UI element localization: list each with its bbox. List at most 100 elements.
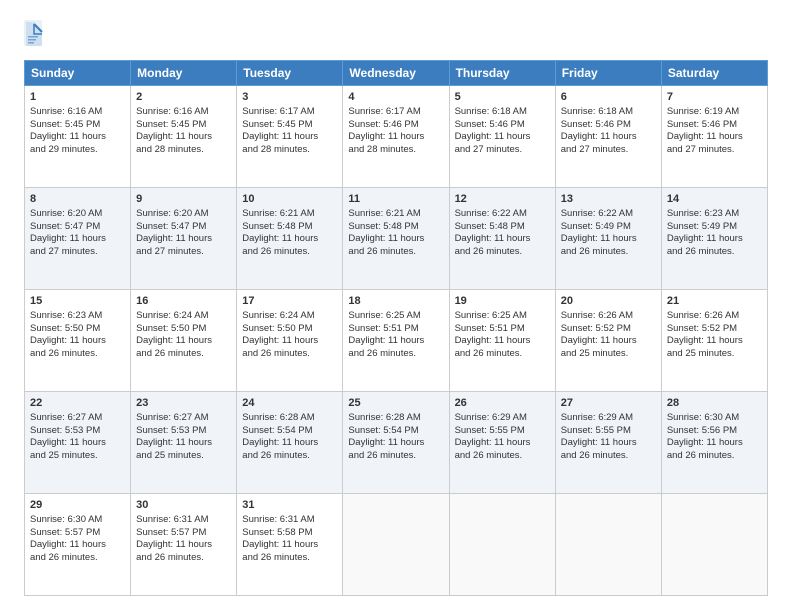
day-info-line: Sunrise: 6:18 AM [455, 106, 527, 117]
day-info-line: Sunset: 5:56 PM [667, 425, 737, 436]
day-info-line: Sunset: 5:46 PM [348, 119, 418, 130]
day-info-line: Sunrise: 6:16 AM [136, 106, 208, 117]
day-info-line: Sunrise: 6:25 AM [455, 310, 527, 321]
day-info-line: Sunset: 5:52 PM [561, 323, 631, 334]
day-info-line: Sunset: 5:49 PM [667, 221, 737, 232]
day-info-line: Sunset: 5:46 PM [561, 119, 631, 130]
day-number: 26 [455, 396, 550, 411]
day-info-line: Daylight: 11 hours [30, 539, 106, 550]
day-info-line: Sunrise: 6:28 AM [242, 412, 314, 423]
day-number: 23 [136, 396, 231, 411]
day-number: 15 [30, 294, 125, 309]
week-row-2: 8Sunrise: 6:20 AMSunset: 5:47 PMDaylight… [25, 188, 768, 290]
day-info-line: Daylight: 11 hours [561, 131, 637, 142]
calendar-cell: 31Sunrise: 6:31 AMSunset: 5:58 PMDayligh… [237, 494, 343, 596]
day-info-line: and 27 minutes. [667, 144, 735, 155]
day-info-line: and 28 minutes. [136, 144, 204, 155]
week-row-5: 29Sunrise: 6:30 AMSunset: 5:57 PMDayligh… [25, 494, 768, 596]
day-info-line: and 26 minutes. [30, 348, 98, 359]
day-info-line: Daylight: 11 hours [242, 233, 318, 244]
day-info-line: Sunset: 5:48 PM [242, 221, 312, 232]
calendar-page: SundayMondayTuesdayWednesdayThursdayFrid… [0, 0, 792, 612]
day-number: 2 [136, 90, 231, 105]
calendar-cell: 9Sunrise: 6:20 AMSunset: 5:47 PMDaylight… [131, 188, 237, 290]
day-info-line: and 26 minutes. [348, 246, 416, 257]
day-info-line: Daylight: 11 hours [455, 437, 531, 448]
calendar-cell: 12Sunrise: 6:22 AMSunset: 5:48 PMDayligh… [449, 188, 555, 290]
day-info-line: Sunset: 5:51 PM [455, 323, 525, 334]
day-info-line: Sunset: 5:57 PM [136, 527, 206, 538]
calendar-cell: 13Sunrise: 6:22 AMSunset: 5:49 PMDayligh… [555, 188, 661, 290]
day-info-line: Sunset: 5:55 PM [561, 425, 631, 436]
day-info-line: and 29 minutes. [30, 144, 98, 155]
calendar-cell: 20Sunrise: 6:26 AMSunset: 5:52 PMDayligh… [555, 290, 661, 392]
day-info-line: and 26 minutes. [136, 552, 204, 563]
day-info-line: and 25 minutes. [136, 450, 204, 461]
day-info-line: Daylight: 11 hours [30, 437, 106, 448]
weekday-header-thursday: Thursday [449, 61, 555, 86]
day-info-line: Daylight: 11 hours [136, 539, 212, 550]
day-info-line: Sunset: 5:50 PM [242, 323, 312, 334]
day-info-line: Sunset: 5:53 PM [30, 425, 100, 436]
day-info-line: Sunset: 5:53 PM [136, 425, 206, 436]
day-info-line: Sunrise: 6:26 AM [561, 310, 633, 321]
weekday-header-row: SundayMondayTuesdayWednesdayThursdayFrid… [25, 61, 768, 86]
day-info-line: Sunset: 5:45 PM [30, 119, 100, 130]
calendar-cell: 16Sunrise: 6:24 AMSunset: 5:50 PMDayligh… [131, 290, 237, 392]
weekday-header-wednesday: Wednesday [343, 61, 449, 86]
weekday-header-friday: Friday [555, 61, 661, 86]
day-info-line: Daylight: 11 hours [242, 539, 318, 550]
day-info-line: Sunrise: 6:23 AM [667, 208, 739, 219]
day-info-line: Daylight: 11 hours [667, 437, 743, 448]
day-info-line: Sunset: 5:45 PM [136, 119, 206, 130]
calendar-cell: 18Sunrise: 6:25 AMSunset: 5:51 PMDayligh… [343, 290, 449, 392]
day-info-line: Sunset: 5:48 PM [455, 221, 525, 232]
day-number: 20 [561, 294, 656, 309]
day-info-line: Daylight: 11 hours [30, 131, 106, 142]
day-info-line: Sunrise: 6:22 AM [455, 208, 527, 219]
calendar-cell [555, 494, 661, 596]
day-number: 8 [30, 192, 125, 207]
calendar-cell: 25Sunrise: 6:28 AMSunset: 5:54 PMDayligh… [343, 392, 449, 494]
day-info-line: Sunrise: 6:21 AM [242, 208, 314, 219]
calendar-cell [449, 494, 555, 596]
day-info-line: Sunrise: 6:23 AM [30, 310, 102, 321]
day-info-line: and 26 minutes. [242, 552, 310, 563]
day-info-line: and 27 minutes. [30, 246, 98, 257]
calendar-cell: 6Sunrise: 6:18 AMSunset: 5:46 PMDaylight… [555, 86, 661, 188]
day-info-line: and 28 minutes. [242, 144, 310, 155]
day-number: 6 [561, 90, 656, 105]
calendar-cell: 4Sunrise: 6:17 AMSunset: 5:46 PMDaylight… [343, 86, 449, 188]
day-info-line: Daylight: 11 hours [348, 131, 424, 142]
day-info-line: Sunrise: 6:20 AM [136, 208, 208, 219]
day-info-line: Sunset: 5:58 PM [242, 527, 312, 538]
day-info-line: Daylight: 11 hours [242, 335, 318, 346]
calendar-cell: 19Sunrise: 6:25 AMSunset: 5:51 PMDayligh… [449, 290, 555, 392]
day-info-line: Daylight: 11 hours [136, 335, 212, 346]
weekday-header-saturday: Saturday [661, 61, 767, 86]
day-info-line: Sunrise: 6:21 AM [348, 208, 420, 219]
day-number: 5 [455, 90, 550, 105]
day-info-line: Daylight: 11 hours [136, 233, 212, 244]
day-info-line: and 26 minutes. [561, 246, 629, 257]
day-info-line: Sunrise: 6:27 AM [136, 412, 208, 423]
week-row-3: 15Sunrise: 6:23 AMSunset: 5:50 PMDayligh… [25, 290, 768, 392]
day-number: 1 [30, 90, 125, 105]
day-info-line: and 25 minutes. [561, 348, 629, 359]
calendar-cell: 14Sunrise: 6:23 AMSunset: 5:49 PMDayligh… [661, 188, 767, 290]
calendar-cell: 24Sunrise: 6:28 AMSunset: 5:54 PMDayligh… [237, 392, 343, 494]
day-number: 7 [667, 90, 762, 105]
day-info-line: Daylight: 11 hours [667, 131, 743, 142]
day-number: 24 [242, 396, 337, 411]
day-info-line: and 28 minutes. [348, 144, 416, 155]
day-info-line: and 26 minutes. [242, 450, 310, 461]
calendar-cell: 11Sunrise: 6:21 AMSunset: 5:48 PMDayligh… [343, 188, 449, 290]
day-number: 10 [242, 192, 337, 207]
week-row-4: 22Sunrise: 6:27 AMSunset: 5:53 PMDayligh… [25, 392, 768, 494]
calendar-cell: 21Sunrise: 6:26 AMSunset: 5:52 PMDayligh… [661, 290, 767, 392]
day-info-line: Sunrise: 6:17 AM [348, 106, 420, 117]
calendar-cell: 28Sunrise: 6:30 AMSunset: 5:56 PMDayligh… [661, 392, 767, 494]
logo-icon [24, 20, 44, 48]
calendar-cell: 7Sunrise: 6:19 AMSunset: 5:46 PMDaylight… [661, 86, 767, 188]
day-number: 9 [136, 192, 231, 207]
